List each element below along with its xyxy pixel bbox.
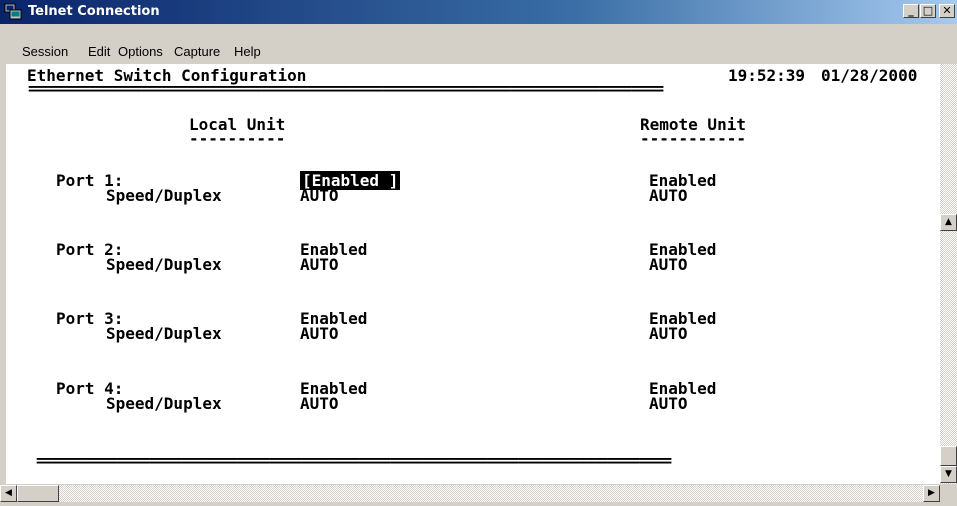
clock-date: 01/28/2000 bbox=[821, 66, 918, 85]
scroll-left-icon: ◀ bbox=[5, 488, 12, 498]
close-button[interactable]: ✕ bbox=[939, 4, 955, 18]
port-4-speed-label: Speed/Duplex bbox=[106, 394, 222, 413]
maximize-button[interactable]: □ bbox=[920, 4, 936, 18]
minimize-button[interactable]: _ bbox=[903, 4, 919, 18]
port-1-speed-label: Speed/Duplex bbox=[106, 186, 222, 205]
menu-bar: Session Edit Options Capture Help bbox=[0, 44, 957, 62]
terminal-screen[interactable]: Ethernet Switch Configuration 19:52:39 0… bbox=[6, 64, 940, 484]
remote-unit-underline: ----------- bbox=[640, 129, 746, 148]
port-2-remote-speed: AUTO bbox=[649, 255, 688, 274]
window-title: Telnet Connection bbox=[28, 4, 160, 19]
title-bar[interactable]: Telnet Connection _ □ ✕ bbox=[0, 0, 957, 24]
telnet-computer-icon bbox=[4, 3, 22, 20]
scroll-up-icon: ▲ bbox=[945, 217, 952, 227]
port-1-remote-speed: AUTO bbox=[649, 186, 688, 205]
scrollbar-corner bbox=[940, 485, 957, 506]
scroll-right-button[interactable]: ▶ bbox=[923, 485, 940, 502]
local-unit-underline: ---------- bbox=[189, 129, 286, 148]
port-3-remote-speed: AUTO bbox=[649, 324, 688, 343]
vertical-scrollbar[interactable]: ▲ ▼ bbox=[940, 64, 957, 484]
top-separator: ========================================… bbox=[28, 79, 664, 98]
telnet-window: Telnet Connection _ □ ✕ Session Edit Opt… bbox=[0, 0, 957, 506]
port-2-local-speed[interactable]: AUTO bbox=[300, 256, 339, 274]
scroll-right-icon: ▶ bbox=[928, 488, 935, 498]
scroll-down-icon: ▼ bbox=[945, 469, 952, 479]
menu-options[interactable]: Options bbox=[118, 44, 163, 59]
clock-time: 19:52:39 bbox=[728, 66, 806, 85]
horizontal-scrollbar[interactable]: ◀ ▶ bbox=[0, 485, 940, 502]
port-3-local-speed[interactable]: AUTO bbox=[300, 325, 339, 343]
port-2-speed-label: Speed/Duplex bbox=[106, 255, 222, 274]
scroll-down-button[interactable]: ▼ bbox=[940, 466, 957, 483]
bottom-separator: ========================================… bbox=[36, 451, 672, 470]
port-4-local-speed[interactable]: AUTO bbox=[300, 395, 339, 413]
port-1-local-speed[interactable]: AUTO bbox=[300, 187, 339, 205]
menu-capture[interactable]: Capture bbox=[174, 44, 220, 59]
menu-help[interactable]: Help bbox=[234, 44, 261, 59]
horizontal-scroll-thumb[interactable] bbox=[17, 485, 59, 502]
port-4-remote-speed: AUTO bbox=[649, 394, 688, 413]
vertical-scroll-thumb[interactable] bbox=[940, 446, 957, 466]
scroll-up-button[interactable]: ▲ bbox=[940, 214, 957, 231]
scroll-left-button[interactable]: ◀ bbox=[0, 485, 17, 502]
menu-session[interactable]: Session bbox=[22, 44, 68, 59]
menu-edit[interactable]: Edit bbox=[88, 44, 110, 59]
port-3-speed-label: Speed/Duplex bbox=[106, 324, 222, 343]
